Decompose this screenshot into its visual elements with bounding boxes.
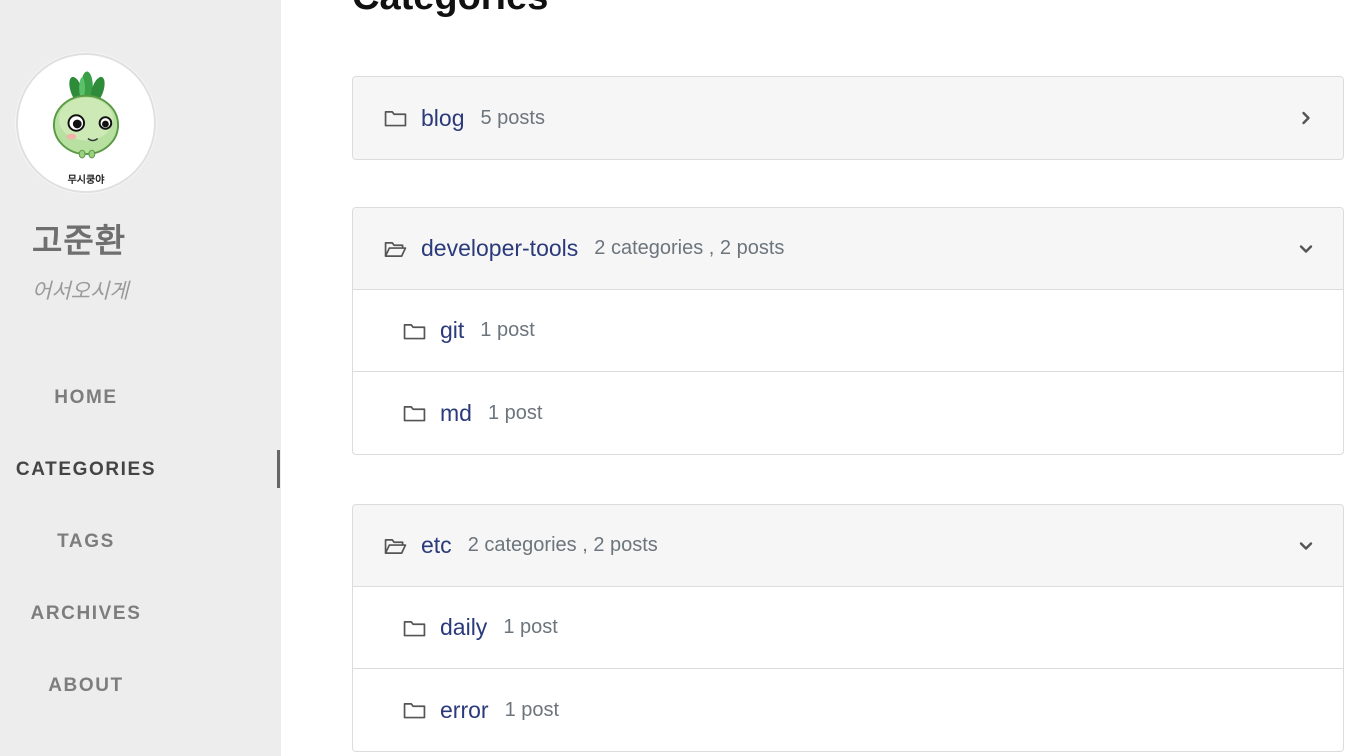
subcategory-link[interactable]: daily — [440, 614, 487, 641]
chevron-down-icon[interactable] — [1299, 539, 1313, 553]
category-meta: 2 categories , 2 posts — [594, 237, 785, 259]
site-subtitle: 어서오시게 — [32, 279, 129, 303]
subcategory-meta: 1 post — [487, 401, 543, 424]
folder-open-icon — [384, 537, 407, 555]
subcategory-row[interactable]: md 1 post — [353, 372, 1343, 454]
category-card-etc: etc 2 categories , 2 posts daily 1 post … — [352, 504, 1344, 752]
chevron-down-icon[interactable] — [1299, 242, 1313, 256]
nav-active-indicator — [277, 450, 280, 488]
subcategory-link[interactable]: error — [440, 697, 489, 724]
subcategory-meta: 1 post — [480, 319, 535, 341]
category-link[interactable]: blog — [421, 105, 464, 132]
category-link[interactable]: developer-tools — [421, 235, 578, 262]
subcategory-meta: 1 post — [504, 698, 560, 721]
category-header[interactable]: blog 5 posts — [353, 77, 1343, 159]
category-header[interactable]: developer-tools 2 categories , 2 posts — [353, 208, 1343, 290]
category-card-developer-tools: developer-tools 2 categories , 2 posts g… — [352, 207, 1344, 455]
nav-item-home[interactable]: HOME — [0, 362, 172, 434]
folder-icon — [403, 322, 426, 340]
subcategory-link[interactable]: md — [440, 400, 472, 427]
category-header[interactable]: etc 2 categories , 2 posts — [353, 505, 1343, 587]
category-link[interactable]: etc — [421, 532, 452, 559]
avatar[interactable]: 무시쿵야 — [16, 53, 156, 193]
subcategory-link[interactable]: git — [440, 317, 464, 344]
nav-item-tags[interactable]: TAGS — [0, 506, 172, 578]
folder-icon — [403, 404, 426, 422]
folder-icon — [403, 619, 426, 637]
nav-item-categories[interactable]: CATEGORIES — [0, 434, 172, 506]
folder-open-icon — [384, 240, 407, 258]
subcategory-meta: 1 post — [503, 616, 558, 638]
site-title[interactable]: 고준환 — [32, 214, 126, 262]
nav-item-about[interactable]: ABOUT — [0, 650, 172, 722]
subcategory-row[interactable]: git 1 post — [353, 290, 1343, 372]
sidebar: 무시쿵야 고준환 어서오시게 HOME CATEGORIES TAGS ARCH… — [0, 0, 281, 756]
subcategory-row[interactable]: error 1 post — [353, 669, 1343, 751]
page-title: Categories — [352, 0, 548, 19]
avatar-caption: 무시쿵야 — [67, 175, 105, 186]
chevron-right-icon[interactable] — [1299, 111, 1313, 125]
category-card-blog: blog 5 posts — [352, 76, 1344, 160]
nav-item-archives[interactable]: ARCHIVES — [0, 578, 172, 650]
folder-icon — [384, 109, 407, 127]
subcategory-row[interactable]: daily 1 post — [353, 587, 1343, 669]
category-meta: 2 categories , 2 posts — [467, 534, 658, 556]
category-meta: 5 posts — [480, 106, 545, 129]
folder-icon — [403, 701, 426, 719]
